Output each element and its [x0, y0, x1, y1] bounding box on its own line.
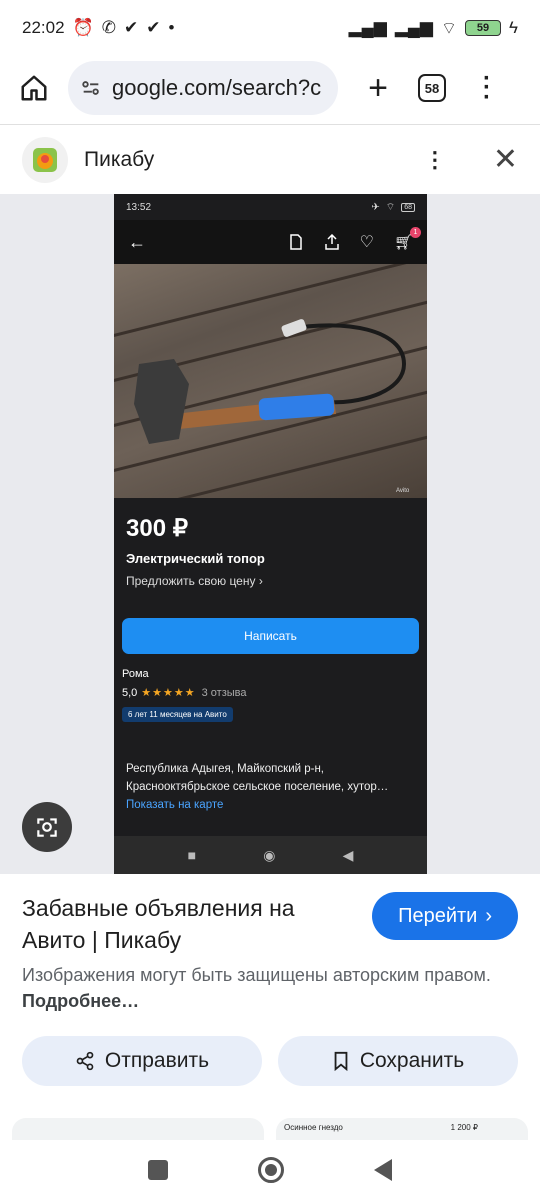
result-title[interactable]: Забавные объявления на Авито | Пикабу: [22, 892, 332, 956]
home-nav-button[interactable]: [258, 1157, 284, 1183]
site-settings-icon[interactable]: [80, 77, 102, 99]
copyright-notice: Изображения могут быть защищены авторски…: [22, 965, 491, 1011]
wifi-icon: ⌔: [441, 18, 457, 38]
visit-button[interactable]: Перейти ›: [372, 892, 518, 940]
tab-switcher-button[interactable]: 58: [418, 74, 446, 102]
phone-status-bar: 13:52 ✈ ⌔ 68: [114, 194, 427, 220]
charging-icon: ϟ: [509, 18, 518, 37]
square-icon: ■: [187, 847, 197, 863]
whatsapp-icon: ✆: [101, 18, 116, 37]
seller-block: Рома 5,0 ★★★★★ 3 отзыва 6 лет 11 месяцев…: [114, 654, 427, 722]
lens-icon: [37, 818, 57, 837]
airplane-icon: ✈: [371, 201, 380, 213]
rating-value: 5,0: [122, 686, 138, 699]
chevron-right-icon: ›: [485, 904, 492, 927]
wifi-icon: ⌔: [385, 201, 396, 213]
back-button[interactable]: [374, 1159, 392, 1181]
offer-price-link: Предложить свою цену ›: [126, 574, 263, 588]
action-buttons: Отправить Сохранить: [22, 1036, 518, 1086]
browser-toolbar: google.com/search?c + 58 · · ·: [0, 56, 540, 120]
share-button[interactable]: Отправить: [22, 1036, 262, 1086]
heart-icon: ♡: [359, 234, 374, 251]
seller-name: Рома: [122, 668, 149, 680]
learn-more-link[interactable]: Подробнее…: [22, 991, 139, 1011]
home-icon: [21, 75, 47, 101]
cart-icon: 🛒︎ 1: [394, 227, 421, 251]
save-button[interactable]: Сохранить: [278, 1036, 518, 1086]
related-card[interactable]: Осинное гнездо 1 200 ₽: [276, 1118, 528, 1140]
close-icon[interactable]: ✕: [493, 142, 518, 177]
new-tab-button[interactable]: +: [358, 69, 398, 108]
browser-menu-button[interactable]: · · ·: [482, 66, 492, 109]
check-icon: ✔: [123, 18, 139, 37]
listing-toolbar: ← ♡ 🛒︎ 1: [114, 220, 427, 264]
back-arrow-icon: ←: [128, 231, 146, 252]
phone-nav-bar: ■ ◉ ◀: [114, 836, 427, 874]
check-icon: ✔: [146, 18, 161, 37]
share-icon: [76, 1051, 94, 1071]
battery-icon: 68: [401, 202, 415, 212]
listing-photo: Avito: [114, 264, 427, 498]
home-button[interactable]: [14, 68, 54, 108]
avito-screenshot: 13:52 ✈ ⌔ 68 ← ♡ 🛒︎ 1 Avito 300 ₽ Электр…: [114, 194, 427, 874]
clock: 22:02: [22, 18, 65, 37]
result-header: Пикабу ⋮ ✕: [0, 124, 540, 194]
address-block: Республика Адыгея, Майкопский р-н, Красн…: [114, 722, 427, 814]
related-results: Осинное гнездо 1 200 ₽: [0, 1118, 540, 1140]
rating-stars: ★★★★★: [141, 687, 196, 699]
battery-icon: 59: [465, 20, 501, 36]
listing-title: Электрический топор: [126, 551, 265, 566]
share-icon: [324, 234, 339, 250]
signal-icon: ▂▄▆: [348, 18, 387, 37]
circle-icon: ◉: [263, 846, 276, 863]
alarm-icon: ⏰: [72, 18, 94, 37]
dots-icon: •: [168, 18, 175, 37]
google-lens-button[interactable]: [22, 802, 72, 852]
listing-price: 300 ₽: [126, 515, 188, 542]
status-bar: 22:02 ⏰ ✆ ✔ ✔ • ▂▄▆ ▂▄▆ ⌔ 59 ϟ: [0, 0, 540, 56]
result-info: Забавные объявления на Авито | Пикабу Пе…: [0, 874, 540, 1024]
address-bar[interactable]: google.com/search?c: [68, 61, 338, 115]
map-link: Показать на карте: [126, 799, 224, 811]
svg-text:Avito: Avito: [396, 488, 410, 494]
site-name: Пикабу: [84, 147, 155, 171]
more-options-icon[interactable]: ⋮: [424, 147, 447, 173]
back-triangle-icon: ◀: [342, 846, 354, 863]
url-text: google.com/search?c: [112, 75, 322, 100]
tenure-badge: 6 лет 11 месяцев на Авито: [122, 707, 233, 722]
write-button: Написать: [122, 618, 419, 654]
related-card[interactable]: [12, 1118, 264, 1140]
signal-icon: ▂▄▆: [394, 18, 434, 37]
image-preview[interactable]: 13:52 ✈ ⌔ 68 ← ♡ 🛒︎ 1 Avito 300 ₽ Электр…: [0, 194, 540, 874]
pikabu-logo: [22, 136, 68, 183]
bookmark-icon: [334, 1051, 348, 1071]
recents-button[interactable]: [148, 1160, 168, 1180]
system-nav-bar: [0, 1140, 540, 1200]
note-icon: [289, 234, 302, 250]
review-count: 3 отзыва: [201, 686, 247, 699]
